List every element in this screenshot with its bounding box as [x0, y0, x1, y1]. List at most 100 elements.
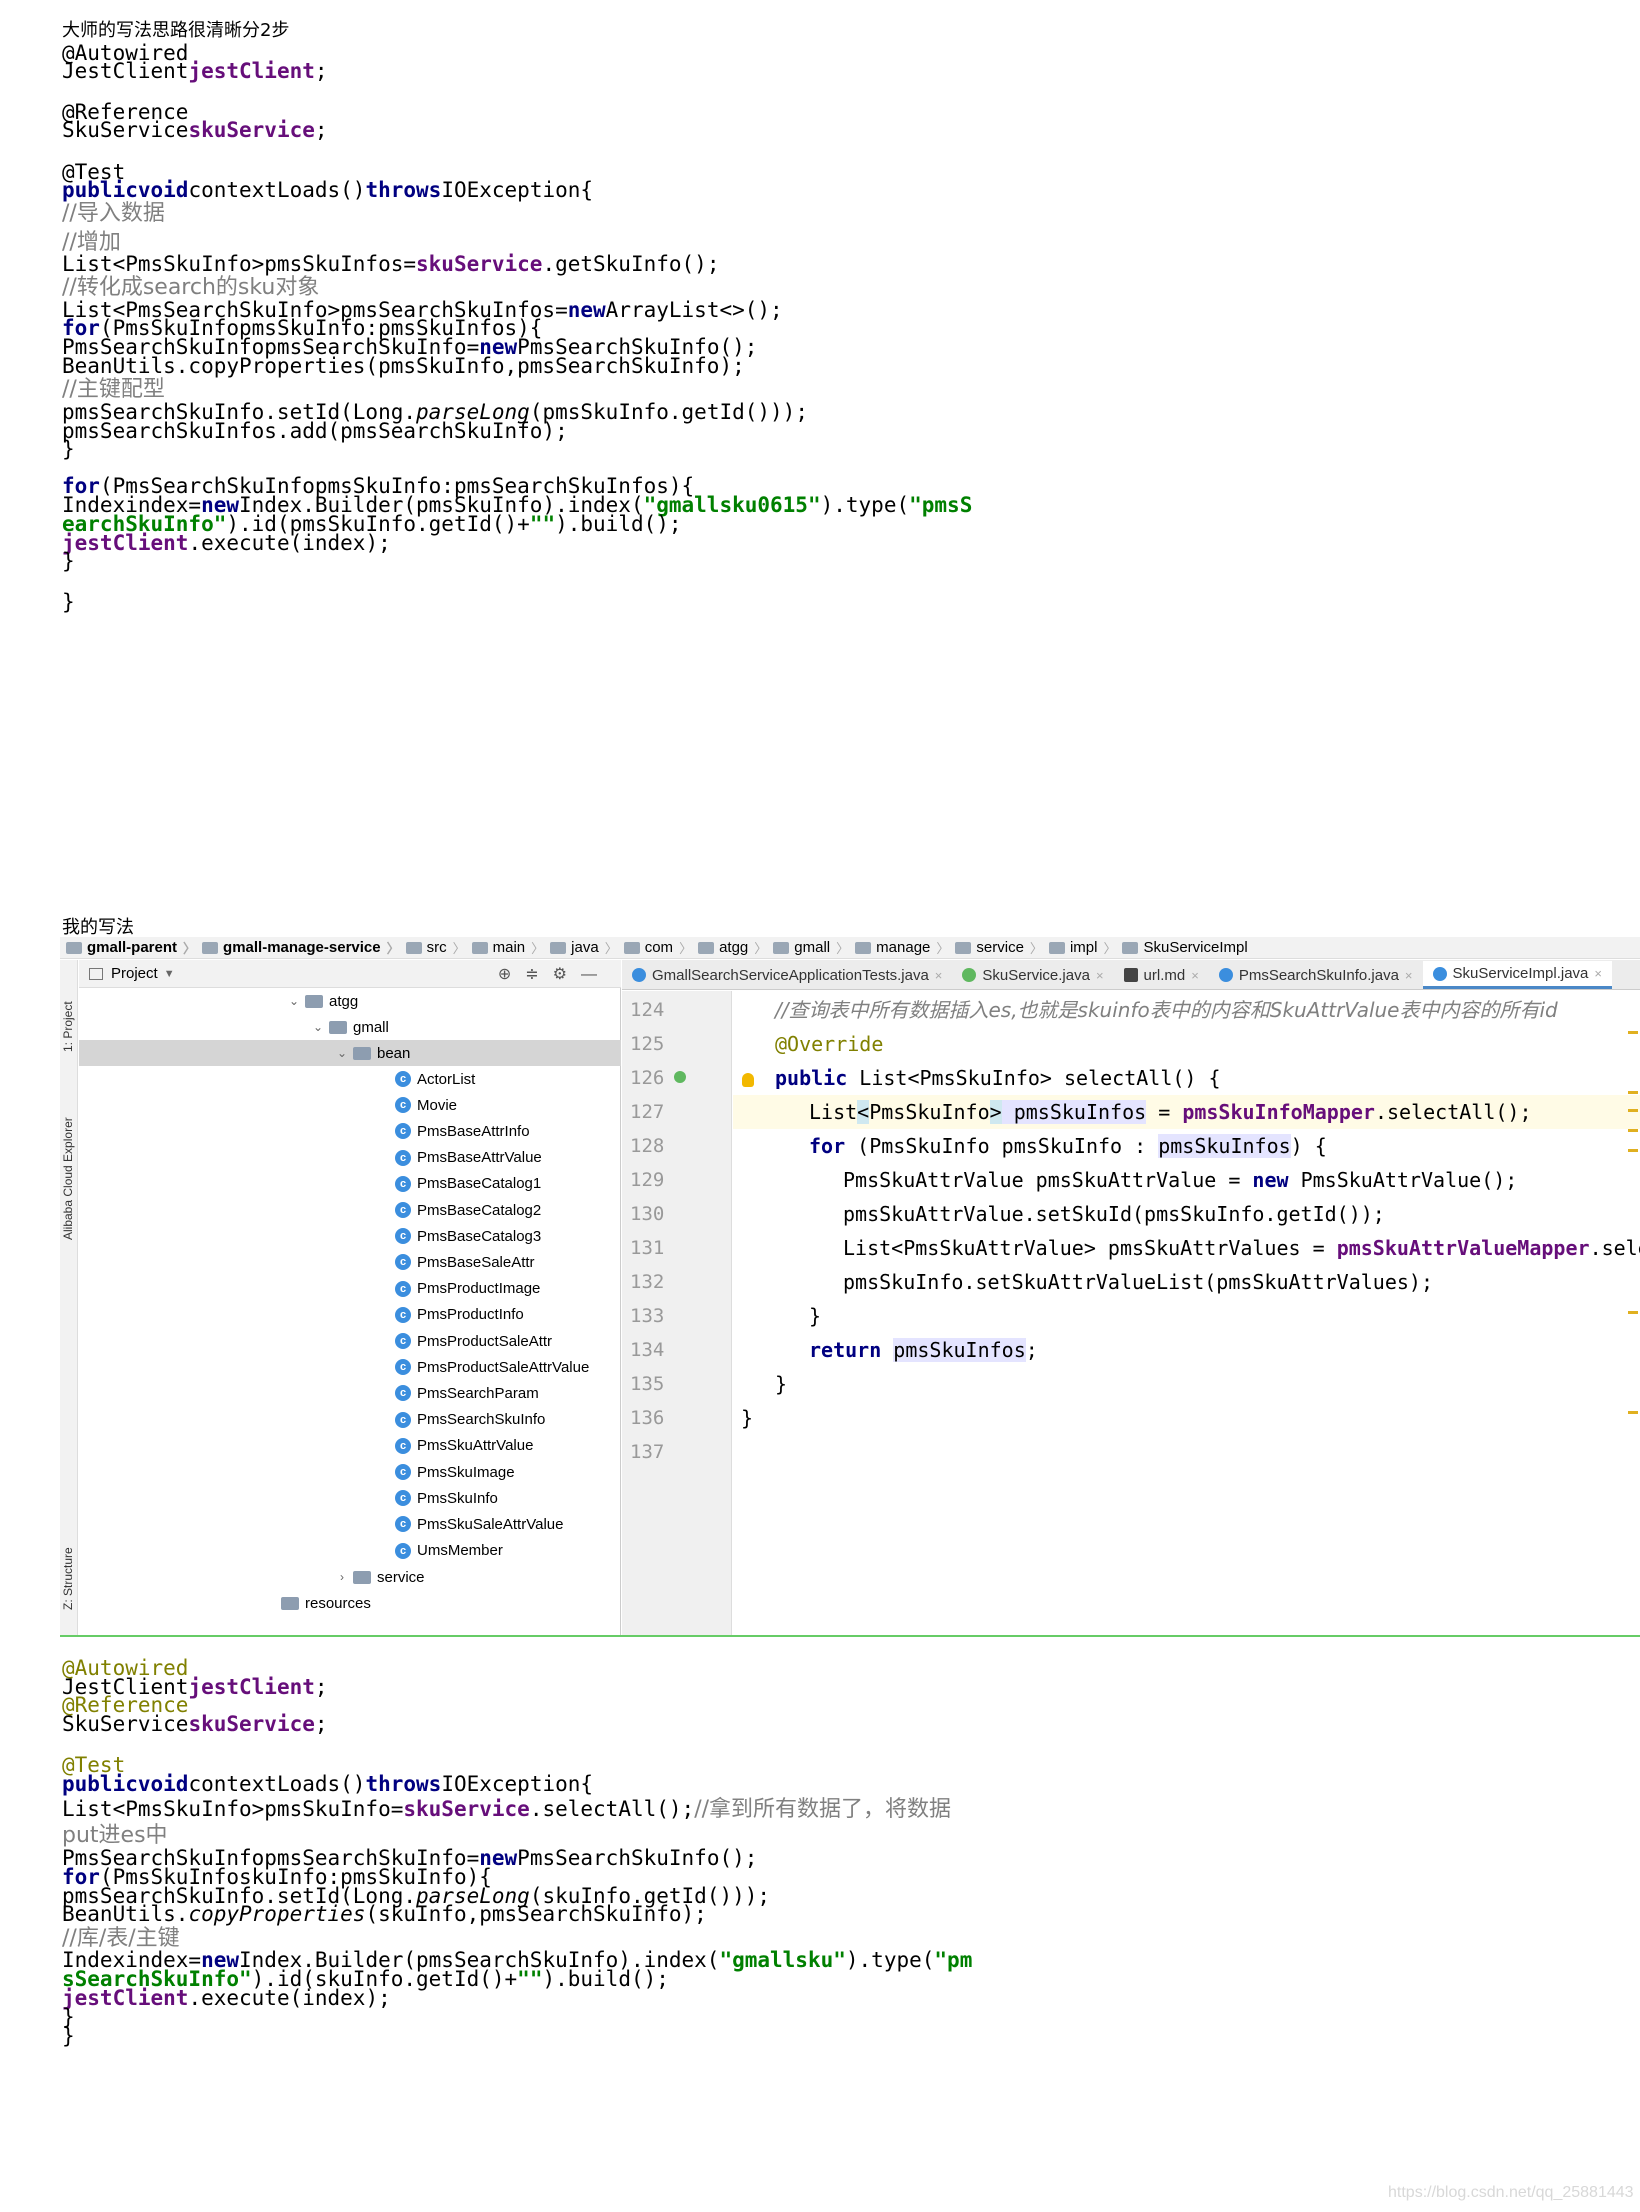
chevron-down-icon[interactable]: ⌄ [287, 994, 301, 1008]
tree-item[interactable]: c PmsBaseCatalog1 [79, 1171, 621, 1197]
close-icon[interactable]: × [1405, 968, 1413, 983]
line-number: 131 [630, 1237, 665, 1259]
side-tab-cloud-explorer[interactable]: Alibaba Cloud Explorer [61, 1117, 75, 1240]
tree-item[interactable]: c PmsProductSaleAttrValue [79, 1354, 621, 1380]
tree-item[interactable]: c PmsSearchParam [79, 1380, 621, 1406]
tree-item[interactable]: c PmsBaseAttrInfo [79, 1118, 621, 1144]
tree-item-label: resources [305, 1594, 371, 1612]
close-icon[interactable]: × [1096, 968, 1104, 983]
chevron-right-icon: 〉 [836, 941, 850, 956]
override-gutter-icon[interactable] [674, 1071, 686, 1083]
close-icon[interactable]: × [1191, 968, 1199, 983]
tree-item[interactable]: c PmsSkuInfo [79, 1485, 621, 1511]
code-token: "" [517, 1967, 543, 1991]
breadcrumb-label: com [644, 939, 674, 956]
editor-tab[interactable]: GmallSearchServiceApplicationTests.java × [622, 961, 952, 989]
error-stripe-mark[interactable] [1628, 1411, 1638, 1414]
lightbulb-icon[interactable] [742, 1073, 754, 1087]
side-tab-project[interactable]: 1: Project [61, 1001, 75, 1052]
editor-code-line: List<PmsSkuAttrValue> pmsSkuAttrValues =… [733, 1231, 1640, 1265]
breadcrumb-item[interactable]: com 〉 [622, 938, 692, 957]
tree-item-label: PmsBaseCatalog1 [417, 1175, 542, 1193]
code-editor[interactable]: GmallSearchServiceApplicationTests.java ×… [622, 960, 1640, 1635]
code-token: pmsSkuAttrValue.setSkuId(pmsSkuInfo.getI… [843, 1202, 1385, 1226]
line-number: 129 [630, 1169, 665, 1191]
chevron-down-icon[interactable]: ⌄ [335, 1046, 349, 1060]
tree-item[interactable]: c PmsSkuAttrValue [79, 1433, 621, 1459]
code-token: "gmallsku" [719, 1948, 846, 1972]
mine-heading: 我的写法 [62, 917, 134, 938]
mine-code-block: @Autowired JestClientjestClient; @Referenc… [62, 1655, 1062, 2195]
code-line: pmsSearchSkuInfos.add(pmsSearchSkuInfo); [62, 418, 568, 444]
code-line: JestClientjestClient; [62, 58, 328, 84]
editor-tab[interactable]: SkuService.java × [952, 961, 1113, 989]
error-stripe-mark[interactable] [1628, 1311, 1638, 1314]
editor-tab[interactable]: SkuServiceImpl.java × [1422, 961, 1612, 989]
breadcrumb-item[interactable]: impl 〉 [1047, 938, 1116, 957]
tree-item[interactable]: c PmsProductInfo [79, 1302, 621, 1328]
code-token: ; [314, 59, 328, 83]
side-tab-structure[interactable]: Z: Structure [61, 1547, 75, 1610]
tree-item-label: PmsSkuImage [417, 1463, 515, 1481]
class-icon: c [395, 1254, 411, 1271]
tree-item[interactable]: › service [79, 1564, 621, 1590]
breadcrumb-item[interactable]: src 〉 [404, 938, 466, 957]
class-icon [1218, 968, 1233, 982]
code-token: ; [314, 1712, 328, 1736]
folder-icon [353, 1570, 371, 1584]
tree-item[interactable]: c PmsBaseAttrValue [79, 1145, 621, 1171]
line-number: 130 [630, 1203, 665, 1225]
chevron-right-icon[interactable]: › [335, 1570, 349, 1584]
code-line: jestClient.execute(index); [62, 530, 391, 556]
project-panel-header: Project ▼ ⊕≑⚙— [79, 960, 621, 988]
tree-item[interactable]: resources [79, 1590, 621, 1616]
tree-item[interactable]: c PmsBaseCatalog2 [79, 1197, 621, 1223]
breadcrumb-item[interactable]: java 〉 [548, 938, 618, 957]
project-view-icon [89, 967, 103, 980]
breadcrumb-item[interactable]: gmall 〉 [771, 938, 849, 957]
tree-item[interactable]: c PmsSearchSkuInfo [79, 1407, 621, 1433]
code-token: SkuService [62, 118, 189, 142]
tree-item[interactable]: ⌄ gmall [79, 1014, 621, 1040]
tree-item[interactable]: ⌄ atgg [79, 988, 621, 1014]
breadcrumb-item[interactable]: main 〉 [470, 938, 544, 957]
error-stripe-mark[interactable] [1628, 1031, 1638, 1034]
tree-item[interactable]: c Movie [79, 1092, 621, 1118]
breadcrumb-item[interactable]: gmall-manage-service 〉 [200, 938, 400, 957]
error-stripe-mark[interactable] [1628, 1149, 1638, 1152]
breadcrumb-item[interactable]: gmall-parent 〉 [64, 938, 196, 957]
close-icon[interactable]: × [935, 968, 943, 983]
class-icon: c [395, 1464, 411, 1480]
tree-item[interactable]: c PmsProductSaleAttr [79, 1328, 621, 1354]
editor-code-area[interactable]: //查询表中所有数据插入es,也就是skuinfo表中的内容和SkuAttrVa… [733, 991, 1640, 1635]
tree-item[interactable]: c UmsMember [79, 1538, 621, 1564]
breadcrumb-item[interactable]: atgg 〉 [696, 938, 767, 957]
tree-item[interactable]: c ActorList [79, 1066, 621, 1092]
code-line: publicvoidcontextLoads()throwsIOExceptio… [62, 1771, 593, 1797]
project-view-label[interactable]: Project [111, 965, 158, 982]
close-icon[interactable]: × [1594, 966, 1602, 981]
breadcrumb-item[interactable]: manage 〉 [853, 938, 949, 957]
error-stripe-mark[interactable] [1628, 1129, 1638, 1132]
code-token: PmsSkuAttrValue(); [1288, 1168, 1518, 1192]
tree-item[interactable]: c PmsBaseSaleAttr [79, 1249, 621, 1275]
panel-tool-icons[interactable]: ⊕≑⚙— [498, 964, 611, 984]
tree-item[interactable]: c PmsSkuSaleAttrValue [79, 1511, 621, 1537]
tree-item[interactable]: c PmsBaseCatalog3 [79, 1223, 621, 1249]
tree-item[interactable]: ⌄ bean [79, 1040, 621, 1066]
tree-item[interactable]: c PmsSkuImage [79, 1459, 621, 1485]
error-stripe-mark[interactable] [1628, 1109, 1638, 1112]
editor-tab[interactable]: url.md × [1114, 961, 1209, 989]
chevron-down-icon[interactable]: ▼ [164, 968, 175, 980]
breadcrumb-label: java [571, 939, 599, 956]
breadcrumb-item[interactable]: service 〉 [953, 938, 1043, 957]
error-stripe-mark[interactable] [1628, 1091, 1638, 1094]
tree-item[interactable]: c PmsProductImage [79, 1276, 621, 1302]
code-line: } [62, 548, 75, 574]
breadcrumb-label: service [976, 939, 1024, 956]
code-token: .selectAll(); [1374, 1100, 1532, 1124]
code-token: publicvoid [62, 178, 189, 202]
breadcrumb-item[interactable]: SkuServiceImpl [1120, 939, 1248, 956]
editor-tab[interactable]: PmsSearchSkuInfo.java × [1209, 961, 1423, 989]
chevron-down-icon[interactable]: ⌄ [311, 1020, 325, 1034]
